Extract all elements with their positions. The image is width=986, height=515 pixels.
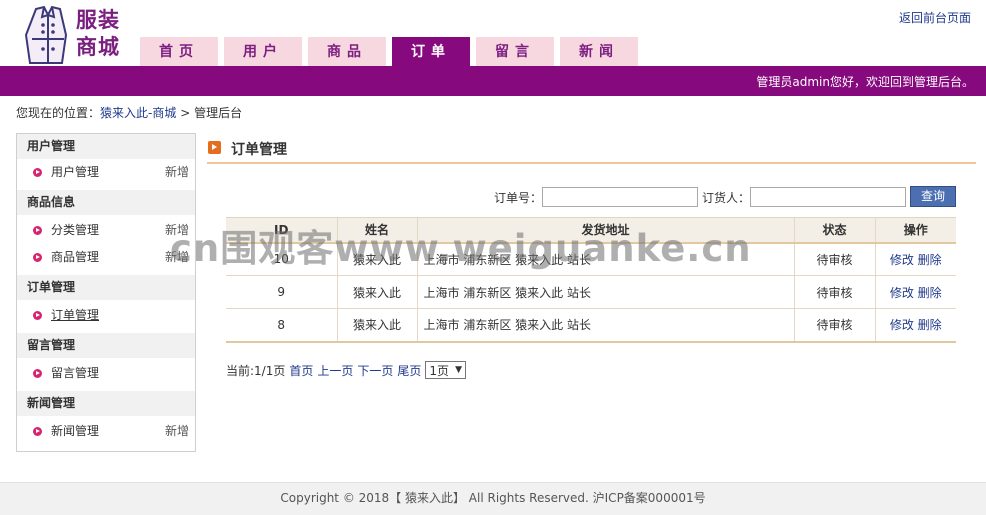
edit-link[interactable]: 修改 [890,318,914,332]
sidebar-group-users: 用户管理 [17,134,195,159]
cell-id: 8 [226,308,338,343]
cell-name: 猿来入此 [337,308,418,343]
breadcrumb: 您现在的位置：猿来入此-商城 > 管理后台 [16,104,242,121]
page-indicator: 当前:1/1页 [226,363,286,378]
sidebar-item-product-manage[interactable]: 商品管理 新增 [17,244,195,271]
chevron-down-icon: ▼ [455,365,462,375]
bullet-arrow-icon [33,168,42,177]
cell-address: 上海市 浦东新区 猿来入此 站长 [417,308,795,343]
bullet-arrow-icon [33,427,42,436]
cell-status: 待审核 [794,242,876,276]
sidebar-item-category-manage[interactable]: 分类管理 新增 [17,217,195,244]
sidebar-item-label[interactable]: 订单管理 [51,308,99,322]
sidebar-item-label[interactable]: 留言管理 [51,366,99,380]
sidebar-group-products: 商品信息 [17,190,195,215]
tab-messages[interactable]: 留言 [476,37,554,66]
tab-home[interactable]: 首页 [140,37,218,66]
delete-link[interactable]: 删除 [918,286,942,300]
column-header-name: 姓名 [337,217,418,244]
sidebar-add-link[interactable]: 新增 [165,159,189,186]
next-page-link[interactable]: 下一页 [357,362,393,379]
top-bar: 管理员admin您好，欢迎回到管理后台。 [0,66,986,96]
sidebar-add-link[interactable]: 新增 [165,244,189,271]
delete-link[interactable]: 删除 [918,253,942,267]
cell-name: 猿来入此 [337,242,418,276]
column-header-actions: 操作 [875,217,956,244]
order-no-label: 订单号： [494,191,543,205]
cell-status: 待审核 [794,308,876,343]
cell-status: 待审核 [794,275,876,309]
main-nav: 首页 用户 商品 订单 留言 新闻 [140,37,644,66]
order-no-input[interactable] [542,187,698,207]
sidebar-item-label[interactable]: 商品管理 [51,250,99,264]
cell-id: 9 [226,275,338,309]
bullet-arrow-icon [33,369,42,378]
pagination: 当前:1/1页 首页 上一页 下一页 尾页 1页 ▼ [226,361,466,379]
breadcrumb-current: 管理后台 [194,106,243,120]
cell-actions: 修改 删除 [875,275,956,309]
sidebar-item-label[interactable]: 用户管理 [51,165,99,179]
tab-news[interactable]: 新闻 [560,37,638,66]
section-header: 订单管理 [207,137,976,164]
cell-actions: 修改 删除 [875,242,956,276]
orderer-input[interactable] [750,187,906,207]
sidebar-item-user-manage[interactable]: 用户管理 新增 [17,159,195,186]
bullet-arrow-icon [33,311,42,320]
breadcrumb-separator: > [180,106,191,120]
logo-text-line1: 服装 [76,7,120,32]
sidebar-item-label[interactable]: 分类管理 [51,223,99,237]
last-page-link[interactable]: 尾页 [397,362,421,379]
back-to-front-link[interactable]: 返回前台页面 [899,9,971,26]
page-select[interactable]: 1页 ▼ [425,361,466,379]
sidebar-group-news: 新闻管理 [17,391,195,416]
edit-link[interactable]: 修改 [890,253,914,267]
sidebar-group-messages: 留言管理 [17,333,195,358]
sidebar-group-orders: 订单管理 [17,275,195,300]
sidebar-item-order-manage[interactable]: 订单管理 [17,302,195,329]
search-button[interactable]: 查询 [910,186,956,207]
column-header-status: 状态 [794,217,876,244]
footer: Copyright © 2018【 猿来入此】 All Rights Reser… [0,482,986,515]
prev-page-link[interactable]: 上一页 [317,362,353,379]
sidebar-item-news-manage[interactable]: 新闻管理 新增 [17,418,195,445]
table-row: 10 猿来入此 上海市 浦东新区 猿来入此 站长 待审核 修改 删除 [226,242,956,276]
footer-copyright: Copyright © 2018【 猿来入此】 All Rights Reser… [280,491,706,505]
tab-users[interactable]: 用户 [224,37,302,66]
tab-products[interactable]: 商品 [308,37,386,66]
orders-table: ID 姓名 发货地址 状态 操作 10 猿来入此 上海市 浦东新区 猿来入此 站… [226,217,956,343]
sidebar-item-message-manage[interactable]: 留言管理 [17,360,195,387]
page-select-value: 1页 [429,363,450,378]
cell-name: 猿来入此 [337,275,418,309]
delete-link[interactable]: 删除 [918,318,942,332]
table-header-row: ID 姓名 发货地址 状态 操作 [226,217,956,244]
sidebar-add-link[interactable]: 新增 [165,418,189,445]
breadcrumb-link-home[interactable]: 猿来入此-商城 [100,106,176,120]
cell-address: 上海市 浦东新区 猿来入此 站长 [417,275,795,309]
orderer-label: 订货人： [702,191,751,205]
welcome-text: 管理员admin您好，欢迎回到管理后台。 [756,75,974,89]
table-row: 9 猿来入此 上海市 浦东新区 猿来入此 站长 待审核 修改 删除 [226,275,956,309]
column-header-id: ID [226,217,338,244]
cell-actions: 修改 删除 [875,308,956,343]
first-page-link[interactable]: 首页 [289,362,313,379]
breadcrumb-prefix: 您现在的位置： [16,106,101,120]
cell-address: 上海市 浦东新区 猿来入此 站长 [417,242,795,276]
bullet-arrow-icon [33,226,42,235]
sidebar: 用户管理 用户管理 新增 商品信息 分类管理 新增 商品管理 新增 订单管理 订… [16,133,196,452]
sidebar-add-link[interactable]: 新增 [165,217,189,244]
arrow-right-icon [208,141,221,154]
table-row: 8 猿来入此 上海市 浦东新区 猿来入此 站长 待审核 修改 删除 [226,308,956,343]
logo-text: 服装 商城 [76,6,120,60]
logo-text-line2: 商城 [76,34,120,59]
header: 服装 商城 返回前台页面 首页 用户 商品 订单 留言 新闻 [0,0,986,66]
sidebar-item-label[interactable]: 新闻管理 [51,424,99,438]
tab-orders[interactable]: 订单 [392,37,470,66]
page-title: 订单管理 [231,142,287,158]
bullet-arrow-icon [33,253,42,262]
edit-link[interactable]: 修改 [890,286,914,300]
cell-id: 10 [226,242,338,276]
column-header-address: 发货地址 [417,217,795,244]
